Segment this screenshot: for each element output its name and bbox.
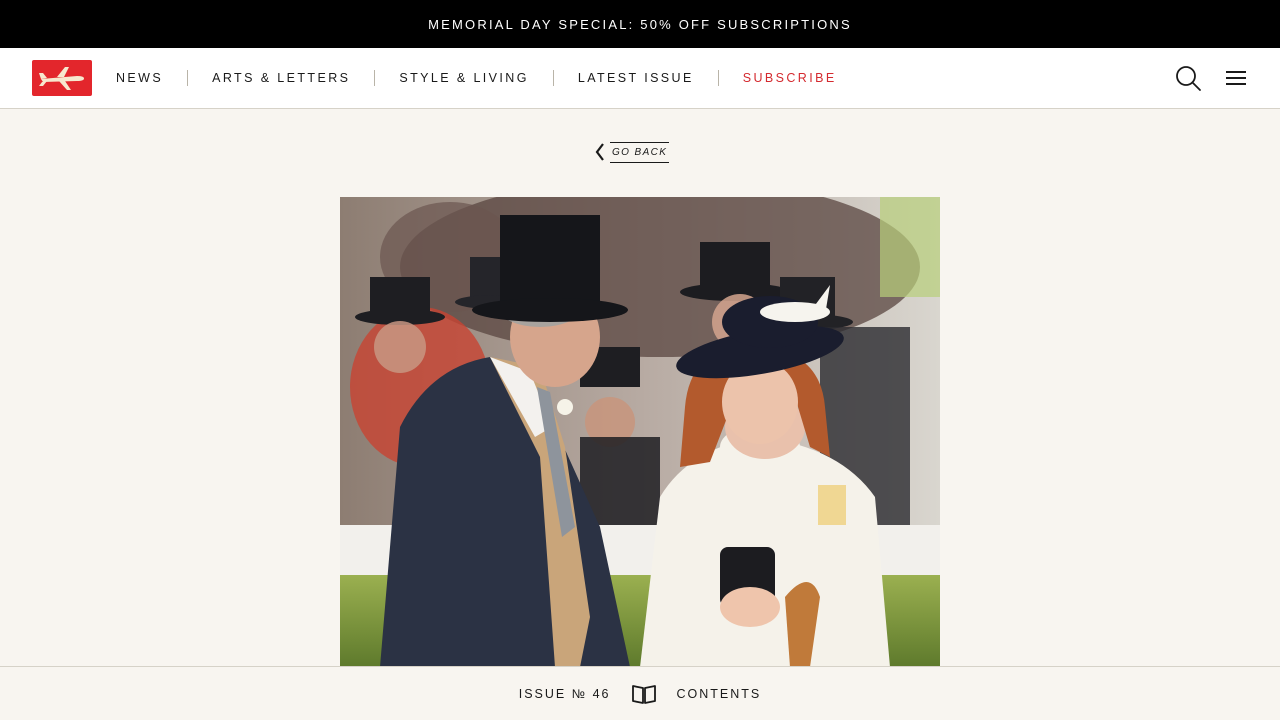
airplane-logo-icon	[39, 67, 84, 90]
nav-divider	[374, 70, 376, 86]
issue-footer-bar: ISSUE № 46 CONTENTS	[0, 666, 1280, 720]
chevron-left-icon	[595, 143, 604, 161]
nav-divider	[552, 70, 554, 86]
top-navigation: NEWS ARTS & LETTERS STYLE & LIVING LATES…	[0, 48, 1280, 109]
nav-link-arts-letters[interactable]: ARTS & LETTERS	[212, 71, 350, 85]
go-back-link[interactable]: GO BACK	[594, 140, 670, 164]
nav-link-latest-issue[interactable]: LATEST ISSUE	[578, 71, 694, 85]
promo-text[interactable]: MEMORIAL DAY SPECIAL: 50% OFF SUBSCRIPTI…	[428, 17, 852, 32]
promo-banner[interactable]: MEMORIAL DAY SPECIAL: 50% OFF SUBSCRIPTI…	[0, 0, 1280, 48]
contents-link[interactable]: CONTENTS	[677, 687, 762, 701]
go-back-label: GO BACK	[610, 141, 670, 163]
hero-image	[340, 197, 940, 667]
nav-link-news[interactable]: NEWS	[116, 71, 163, 85]
site-logo[interactable]	[32, 60, 92, 96]
nav-link-style-living[interactable]: STYLE & LIVING	[399, 71, 528, 85]
nav-link-subscribe[interactable]: SUBSCRIBE	[743, 71, 837, 85]
open-book-icon[interactable]	[631, 683, 657, 705]
nav-divider	[187, 70, 189, 86]
nav-links: NEWS ARTS & LETTERS STYLE & LIVING LATES…	[116, 48, 837, 108]
hero-photo	[340, 197, 940, 667]
nav-divider	[717, 70, 719, 86]
search-icon[interactable]	[1174, 64, 1202, 92]
issue-number[interactable]: ISSUE № 46	[519, 687, 611, 701]
hamburger-menu-icon[interactable]	[1224, 67, 1248, 89]
